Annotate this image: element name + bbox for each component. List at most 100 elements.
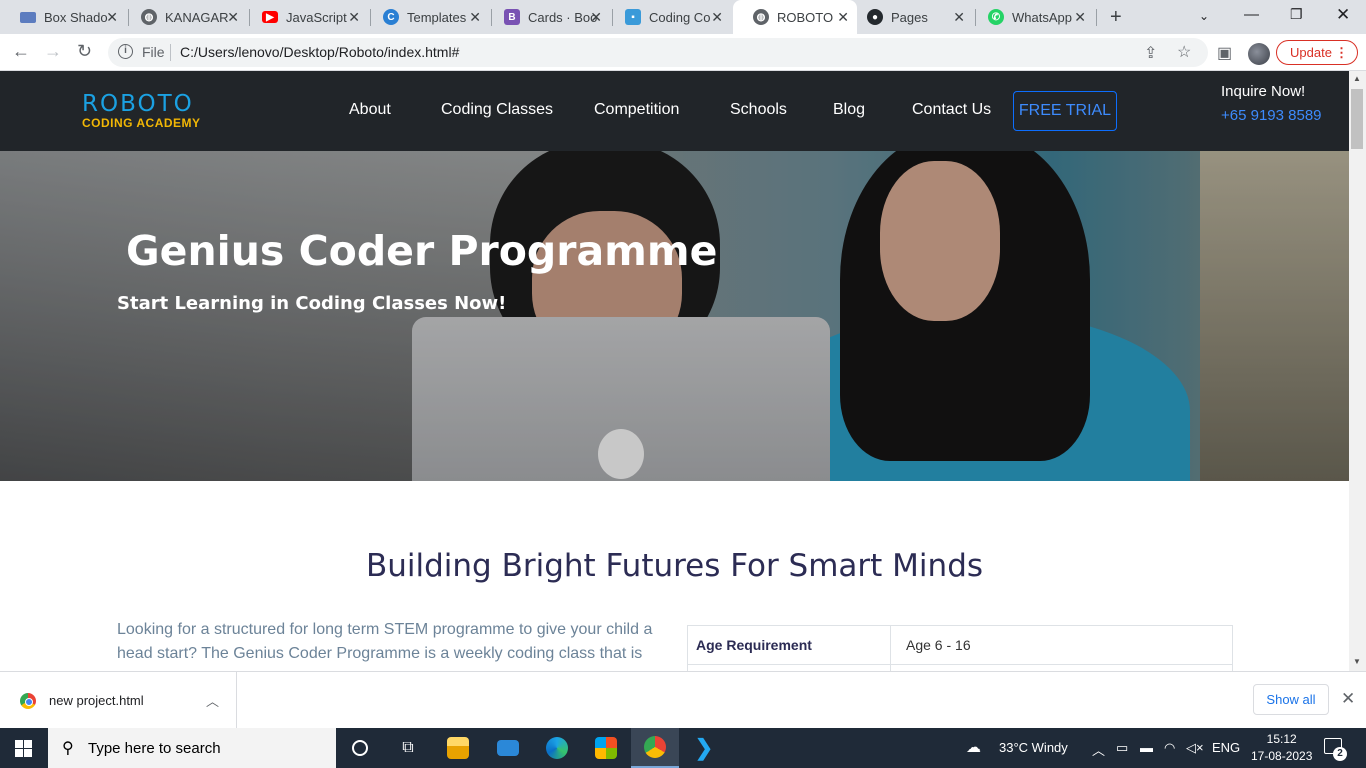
restore-icon[interactable]: ❐: [1290, 6, 1303, 23]
edge-icon[interactable]: [533, 728, 581, 768]
tab-box-shadow[interactable]: Box Shado ✕: [0, 0, 126, 34]
site-logo[interactable]: ROBOTO CODING ACADEMY: [82, 91, 201, 131]
search-icon: ⚲: [62, 740, 74, 757]
whatsapp-icon: ✆: [988, 9, 1004, 25]
browser-toolbar: ← → ↻ i File C:/Users/lenovo/Desktop/Rob…: [0, 34, 1366, 71]
task-view-icon[interactable]: ⧉: [384, 728, 432, 768]
logo-wordmark: ROBOTO: [82, 91, 194, 117]
share-icon[interactable]: ⇪: [1144, 43, 1157, 63]
window-close-icon[interactable]: ✕: [1336, 5, 1350, 25]
download-file-name: new project.html: [49, 693, 144, 708]
file-explorer-icon[interactable]: [434, 728, 482, 768]
tab-coding-co[interactable]: ▪ Coding Co ✕: [605, 0, 731, 34]
programme-description: Looking for a structured for long term S…: [117, 621, 653, 662]
bookmark-star-icon[interactable]: ☆: [1177, 42, 1191, 62]
forward-arrow-icon[interactable]: →: [44, 41, 62, 62]
taskbar-search[interactable]: ⚲ Type here to search: [48, 728, 336, 768]
side-panel-icon[interactable]: ▣: [1217, 43, 1232, 63]
close-icon[interactable]: ✕: [590, 9, 602, 26]
close-icon[interactable]: ✕: [953, 9, 965, 26]
tab-search-chevron-icon[interactable]: ⌄: [1199, 9, 1209, 23]
nav-blog[interactable]: Blog: [833, 101, 865, 119]
table-row: Age Requirement Age 6 - 16: [687, 625, 1233, 665]
volume-muted-icon[interactable]: ◁×: [1186, 740, 1204, 756]
tab-templates[interactable]: C Templates ✕: [363, 0, 489, 34]
close-icon[interactable]: ✕: [348, 9, 360, 26]
scheme-label: File: [142, 44, 165, 60]
chevron-up-icon[interactable]: ︿: [206, 691, 219, 710]
github-icon: ●: [867, 9, 883, 25]
weather-icon[interactable]: ☁: [966, 738, 981, 756]
system-clock[interactable]: 15:12 17-08-2023: [1251, 731, 1312, 765]
tab-kanagar[interactable]: ◍ KANAGAR ✕: [121, 0, 247, 34]
info-icon[interactable]: i: [118, 44, 133, 59]
scrollbar-thumb[interactable]: [1351, 89, 1363, 149]
slides-icon: [20, 11, 36, 23]
close-icon[interactable]: ✕: [1341, 689, 1355, 709]
weather-text[interactable]: 33°C Windy: [999, 740, 1068, 755]
download-item[interactable]: new project.html ︿: [0, 672, 237, 729]
kebab-menu-icon[interactable]: ⋮: [1335, 41, 1348, 64]
notification-badge: 2: [1333, 747, 1347, 761]
show-all-button[interactable]: Show all: [1253, 684, 1329, 715]
tab-whatsapp[interactable]: ✆ WhatsApp ✕: [968, 0, 1094, 34]
meet-now-icon[interactable]: ▭: [1116, 740, 1128, 756]
nav-about[interactable]: About: [349, 101, 391, 119]
profile-avatar[interactable]: [1248, 43, 1270, 65]
downloads-bar: new project.html ︿ Show all ✕: [0, 671, 1366, 729]
canva-icon: C: [383, 9, 399, 25]
url-text[interactable]: C:/Users/lenovo/Desktop/Roboto/index.htm…: [180, 44, 459, 60]
clock-date: 17-08-2023: [1251, 749, 1313, 763]
address-bar[interactable]: i File C:/Users/lenovo/Desktop/Roboto/in…: [108, 38, 1208, 67]
tab-roboto[interactable]: ◍ ROBOTO ✕: [733, 0, 857, 34]
tab-cards-bootstrap[interactable]: B Cards · Boo ✕: [484, 0, 610, 34]
nav-coding-classes[interactable]: Coding Classes: [441, 101, 553, 119]
globe-icon: ◍: [753, 9, 769, 25]
windows-start-icon[interactable]: [15, 740, 32, 757]
omnibox-divider: [170, 44, 171, 61]
free-trial-button[interactable]: FREE TRIAL: [1013, 91, 1117, 131]
update-button[interactable]: Update ⋮: [1276, 40, 1358, 65]
tab-pages[interactable]: ● Pages ✕: [847, 0, 973, 34]
hero-banner: Genius Coder Programme Start Learning in…: [0, 151, 1349, 481]
table-value: Age 6 - 16: [890, 625, 1233, 665]
windows-taskbar: ⚲ Type here to search ⧉ ❯ ☁ 33°C Windy ︿…: [0, 728, 1366, 768]
clock-time: 15:12: [1266, 732, 1297, 746]
hero-title: Genius Coder Programme: [126, 227, 718, 275]
tab-separator: [1096, 9, 1097, 26]
hero-overlay: [0, 151, 1349, 481]
chrome-icon: [20, 693, 36, 709]
battery-icon[interactable]: ▬: [1140, 740, 1153, 755]
nav-contact-us[interactable]: Contact Us: [912, 101, 991, 119]
close-icon[interactable]: ✕: [1074, 9, 1086, 26]
nav-schools[interactable]: Schools: [730, 101, 787, 119]
close-icon[interactable]: ✕: [227, 9, 239, 26]
chrome-icon[interactable]: [631, 728, 679, 768]
page-scrollbar[interactable]: ▲ ▼: [1349, 71, 1366, 671]
wifi-icon[interactable]: ◠: [1164, 740, 1175, 756]
section-title: Building Bright Futures For Smart Minds: [365, 548, 984, 584]
inquire-label: Inquire Now!: [1221, 83, 1306, 100]
close-icon[interactable]: ✕: [469, 9, 481, 26]
scroll-up-icon[interactable]: ▲: [1353, 74, 1361, 83]
back-arrow-icon[interactable]: ←: [12, 41, 30, 62]
mail-icon[interactable]: [484, 728, 532, 768]
browser-tab-strip: Box Shado ✕ ◍ KANAGAR ✕ ▶ JavaScript ✕ C…: [0, 0, 1366, 34]
phone-link[interactable]: +65 9193 8589: [1221, 107, 1322, 124]
close-icon[interactable]: ✕: [711, 9, 723, 26]
table-key: Age Requirement: [687, 625, 891, 665]
update-label: Update: [1290, 45, 1332, 60]
minimize-icon[interactable]: —: [1244, 6, 1259, 23]
reload-icon[interactable]: ↻: [77, 41, 92, 62]
close-icon[interactable]: ✕: [106, 9, 118, 26]
nav-competition[interactable]: Competition: [594, 101, 679, 119]
scroll-down-icon[interactable]: ▼: [1353, 657, 1361, 666]
new-tab-icon[interactable]: +: [1110, 6, 1122, 29]
site-icon: ▪: [625, 9, 641, 25]
language-indicator[interactable]: ENG: [1212, 740, 1240, 755]
cortana-icon[interactable]: [336, 728, 384, 768]
tab-javascript[interactable]: ▶ JavaScript ✕: [242, 0, 368, 34]
tray-chevron-icon[interactable]: ︿: [1092, 740, 1105, 759]
store-icon[interactable]: [582, 728, 630, 768]
vscode-icon[interactable]: ❯: [680, 728, 728, 768]
